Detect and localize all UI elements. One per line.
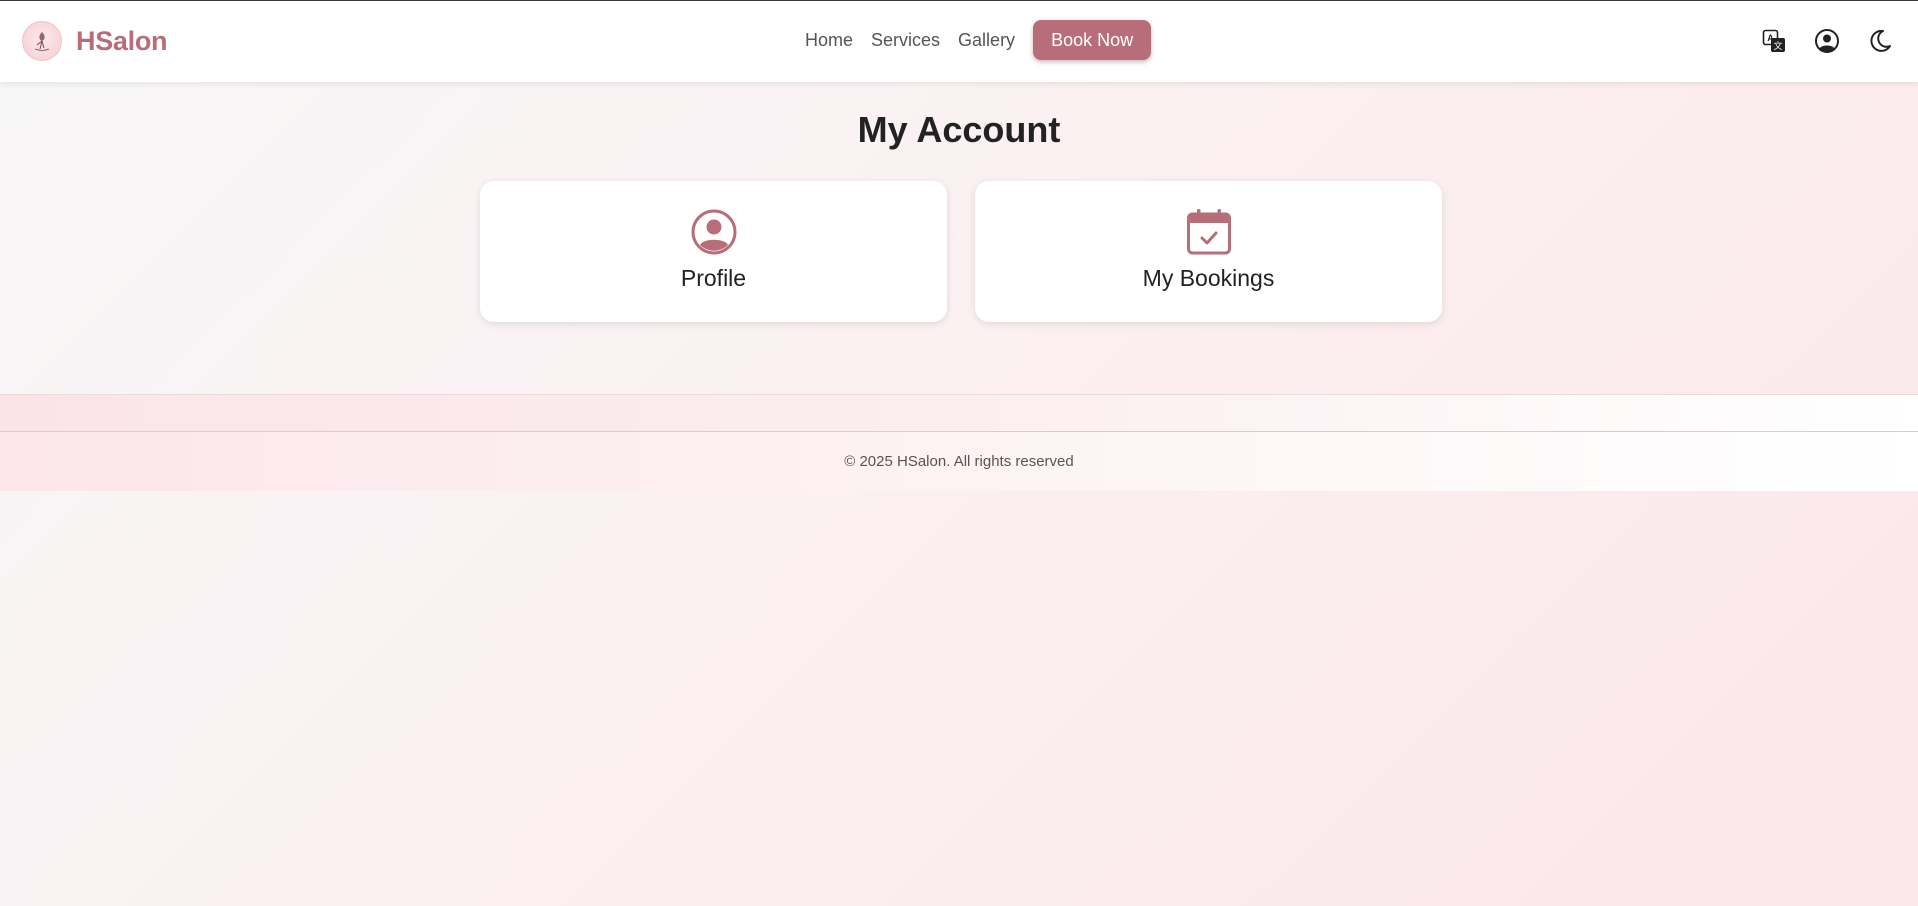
calendar-check-icon: [1185, 208, 1233, 256]
salon-logo-icon: [22, 21, 62, 61]
my-bookings-card[interactable]: My Bookings: [975, 181, 1442, 322]
my-bookings-card-label: My Bookings: [1142, 265, 1275, 291]
footer-divider: [0, 394, 1918, 432]
nav-home-link[interactable]: Home: [805, 30, 853, 51]
nav-gallery-link[interactable]: Gallery: [958, 30, 1015, 51]
book-now-button[interactable]: Book Now: [1033, 20, 1152, 60]
translate-icon[interactable]: A 文: [1760, 27, 1788, 55]
profile-card[interactable]: Profile: [480, 181, 947, 322]
moon-icon[interactable]: [1866, 27, 1894, 55]
user-circle-icon: [690, 208, 738, 256]
header-actions: A 文: [1735, 27, 1894, 55]
profile-card-label: Profile: [680, 265, 747, 291]
page-title: My Account: [857, 109, 1061, 150]
brand[interactable]: HSalon: [22, 21, 168, 61]
user-circle-icon[interactable]: [1813, 27, 1841, 55]
top-navbar: HSalon Home Services Gallery Book Now A …: [0, 1, 1918, 82]
nav-services-link[interactable]: Services: [871, 30, 940, 51]
svg-text:文: 文: [1773, 40, 1782, 52]
main-nav: Home Services Gallery Book Now: [805, 19, 1152, 61]
brand-name: HSalon: [76, 25, 168, 56]
copyright-text: © 2025 HSalon. All rights reserved: [844, 453, 1074, 470]
footer: © 2025 HSalon. All rights reserved: [0, 432, 1918, 491]
